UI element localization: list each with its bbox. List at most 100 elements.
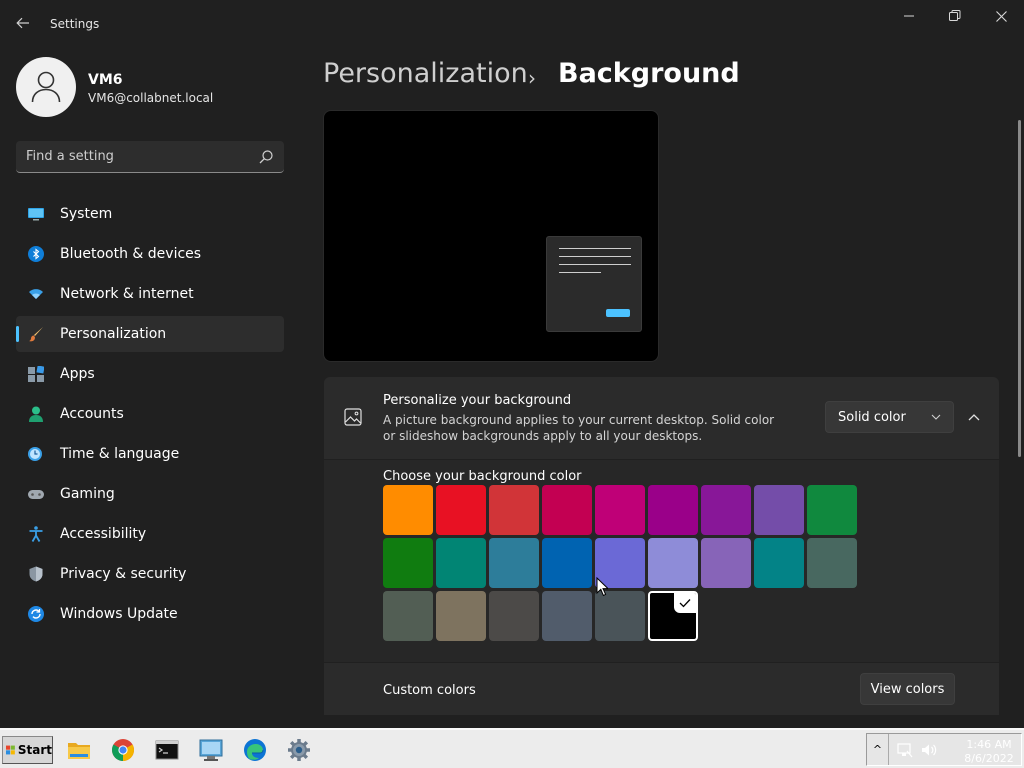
- sidebar-item-label: Accessibility: [60, 526, 147, 542]
- sidebar-item-privacy[interactable]: Privacy & security: [16, 556, 284, 592]
- clock-time[interactable]: 1:46 AM: [959, 738, 1019, 751]
- shield-icon: [29, 566, 43, 582]
- remote-desktop-icon[interactable]: [199, 738, 223, 762]
- color-swatch[interactable]: [648, 591, 698, 641]
- preview-line: [559, 248, 631, 249]
- color-swatch[interactable]: [595, 485, 645, 535]
- color-swatch[interactable]: [754, 485, 804, 535]
- sidebar-item-label: Personalization: [60, 326, 167, 342]
- settings-gear-icon[interactable]: [287, 738, 311, 762]
- color-swatch[interactable]: [648, 538, 698, 588]
- color-swatch[interactable]: [807, 485, 857, 535]
- monitor-icon: [28, 208, 44, 221]
- scrollbar[interactable]: [1018, 120, 1021, 457]
- sidebar-item-label: Windows Update: [60, 606, 178, 622]
- checkmark-icon: [674, 593, 696, 613]
- sidebar-item-gaming[interactable]: Gaming: [16, 476, 284, 512]
- terminal-icon[interactable]: [155, 738, 179, 762]
- color-swatch[interactable]: [542, 538, 592, 588]
- back-arrow-icon: [16, 17, 29, 29]
- tray-expand-button[interactable]: ^: [867, 734, 889, 765]
- sidebar-item-windows-update[interactable]: Windows Update: [16, 596, 284, 632]
- preview-window-mockup: [546, 236, 642, 332]
- close-button[interactable]: [978, 4, 1024, 28]
- color-swatch[interactable]: [489, 485, 539, 535]
- start-label: Start: [17, 743, 52, 757]
- color-swatch[interactable]: [595, 591, 645, 641]
- preview-line: [559, 272, 601, 273]
- color-swatch[interactable]: [542, 591, 592, 641]
- person-icon: [31, 71, 61, 103]
- file-explorer-icon[interactable]: [67, 738, 91, 762]
- sidebar-item-label: Apps: [60, 366, 95, 382]
- collapse-button[interactable]: [960, 405, 988, 429]
- sidebar-item-label: Network & internet: [60, 286, 194, 302]
- color-swatch[interactable]: [436, 591, 486, 641]
- sidebar-item-label: Bluetooth & devices: [60, 246, 202, 262]
- color-swatch[interactable]: [648, 485, 698, 535]
- color-swatch[interactable]: [489, 591, 539, 641]
- search-box[interactable]: [16, 141, 284, 173]
- title-bar: Settings: [0, 0, 1024, 48]
- custom-colors-label: Custom colors: [383, 683, 476, 698]
- gamepad-icon: [28, 490, 44, 499]
- restore-button[interactable]: [932, 4, 978, 28]
- app-title: Settings: [50, 17, 100, 31]
- custom-colors-row: Custom colors View colors: [324, 663, 999, 715]
- sidebar-nav: System Bluetooth & devices Network & int…: [16, 196, 284, 636]
- brush-icon: [29, 327, 43, 342]
- sidebar-item-accessibility[interactable]: Accessibility: [16, 516, 284, 552]
- volume-icon[interactable]: [921, 742, 937, 758]
- sidebar-item-personalization[interactable]: Personalization: [16, 316, 284, 352]
- picture-icon: [344, 408, 362, 426]
- chevron-up-icon: [968, 414, 980, 421]
- color-swatch[interactable]: [489, 538, 539, 588]
- restore-icon: [949, 10, 961, 21]
- sidebar-item-accounts[interactable]: Accounts: [16, 396, 284, 432]
- card-description: A picture background applies to your cur…: [383, 413, 775, 443]
- colors-title: Choose your background color: [383, 469, 582, 484]
- preview-line: [559, 264, 631, 265]
- color-swatch[interactable]: [542, 485, 592, 535]
- color-swatch[interactable]: [436, 538, 486, 588]
- system-tray: ^ 1:46 AM 8/6/2022: [866, 733, 1022, 766]
- color-swatch[interactable]: [383, 485, 433, 535]
- sidebar-item-system[interactable]: System: [16, 196, 284, 232]
- chevron-down-icon: [931, 414, 941, 420]
- minimize-icon: [904, 15, 914, 17]
- network-icon[interactable]: [897, 742, 913, 758]
- search-input[interactable]: [26, 141, 246, 172]
- color-swatch[interactable]: [701, 538, 751, 588]
- page-title: Background: [558, 58, 740, 89]
- chrome-icon[interactable]: [111, 738, 135, 762]
- sidebar-item-bluetooth[interactable]: Bluetooth & devices: [16, 236, 284, 272]
- minimize-button[interactable]: [886, 4, 932, 28]
- user-email: VM6@collabnet.local: [88, 91, 214, 105]
- view-colors-button[interactable]: View colors: [860, 673, 955, 705]
- sidebar-item-apps[interactable]: Apps: [16, 356, 284, 392]
- back-button[interactable]: [10, 12, 36, 36]
- start-button[interactable]: Start: [2, 736, 53, 764]
- accessibility-icon: [29, 526, 43, 542]
- clock-date[interactable]: 8/6/2022: [959, 752, 1019, 765]
- color-swatch[interactable]: [807, 538, 857, 588]
- bluetooth-icon: [28, 246, 44, 262]
- sidebar-item-label: Privacy & security: [60, 566, 187, 582]
- background-colors-panel: Choose your background color: [324, 460, 999, 662]
- breadcrumb-parent[interactable]: Personalization: [323, 58, 528, 89]
- card-title: Personalize your background: [383, 393, 572, 408]
- color-swatch[interactable]: [383, 538, 433, 588]
- color-swatch[interactable]: [701, 485, 751, 535]
- sidebar-item-time-language[interactable]: Time & language: [16, 436, 284, 472]
- avatar[interactable]: [16, 57, 76, 117]
- color-swatch[interactable]: [436, 485, 486, 535]
- sidebar-item-network[interactable]: Network & internet: [16, 276, 284, 312]
- personalize-background-card: Personalize your background A picture ba…: [324, 377, 999, 459]
- color-swatch[interactable]: [754, 538, 804, 588]
- search-icon: [259, 150, 273, 164]
- background-type-dropdown[interactable]: Solid color: [825, 401, 954, 433]
- preview-button: [606, 309, 630, 317]
- color-swatch[interactable]: [383, 591, 433, 641]
- sidebar-item-label: Accounts: [60, 406, 124, 422]
- edge-icon[interactable]: [243, 738, 267, 762]
